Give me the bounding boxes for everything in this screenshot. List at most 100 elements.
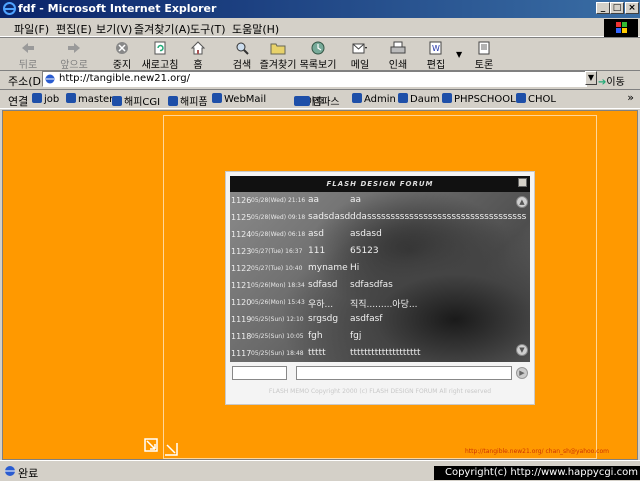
link-page-icon [300, 96, 310, 106]
history-button[interactable]: 목록보기 [298, 40, 338, 71]
link-page-icon [32, 93, 42, 103]
link-item[interactable]: WebMail [212, 93, 266, 105]
memo-date: 05/26(Mon) 15:43 [251, 299, 305, 306]
memo-date: 05/27(Tue) 10:40 [251, 265, 303, 272]
menu-view[interactable]: 보기(V) [96, 21, 132, 37]
memo-date: 05/28(Wed) 09:18 [251, 214, 306, 221]
windows-logo-icon [604, 19, 638, 37]
mail-icon [352, 43, 367, 54]
links-more-chevron-icon[interactable]: » [627, 91, 634, 104]
edit-button[interactable]: W 편집 [416, 40, 456, 71]
favorites-button[interactable]: 즐겨찾기 [258, 40, 298, 71]
stop-button[interactable]: 중지 [102, 40, 142, 71]
memo-date: 05/25(Sun) 18:48 [251, 350, 304, 357]
memo-name: srgsdg [308, 314, 339, 324]
link-page-icon [442, 93, 452, 103]
back-button[interactable]: 뒤로 [8, 40, 48, 71]
memo-date: 05/27(Tue) 16:37 [251, 248, 303, 255]
scroll-down-button[interactable]: ▼ [516, 344, 528, 356]
history-label: 목록보기 [299, 60, 337, 71]
memo-number: 1118 [231, 332, 252, 341]
link-item[interactable]: Daum [398, 93, 440, 105]
link-item[interactable]: job [32, 93, 59, 105]
link-page-icon [212, 93, 222, 103]
memo-name: fgh [308, 331, 323, 341]
forward-arrow-icon [68, 43, 80, 53]
memo-date: 05/28(Wed) 21:16 [251, 197, 306, 204]
memo-row: 1117 05/25(Sun) 18:48 ttttt tttttttttttt… [230, 345, 530, 362]
memo-row: 1120 05/26(Mon) 15:43 우하... 직직.........아… [230, 294, 530, 311]
memo-number: 1117 [231, 349, 252, 358]
link-item[interactable]: 엠파스 [300, 93, 340, 108]
flash-memo-panel: FLASH DESIGN FORUM 1126 05/28(Wed) 21:16… [225, 171, 535, 405]
maximize-button[interactable]: □ [610, 2, 624, 14]
menu-favorites[interactable]: 즐겨찾기(A) [134, 21, 191, 37]
message-input[interactable] [296, 366, 512, 380]
menu-file[interactable]: 파일(F) [14, 21, 49, 37]
edit-label: 편집 [426, 60, 446, 71]
refresh-button[interactable]: 새로고침 [140, 40, 180, 71]
memo-name: sdfasd [308, 280, 338, 290]
memo-message: aa [350, 195, 362, 205]
memo-row: 1118 05/25(Sun) 10:05 fgh fgj [230, 328, 530, 345]
address-input[interactable]: http://tangible.new21.org/ [42, 71, 587, 87]
link-item[interactable]: PHPSCHOOL [442, 93, 516, 105]
memo-row: 1126 05/28(Wed) 21:16 aa aa [230, 192, 530, 209]
memo-number: 1125 [231, 213, 252, 222]
forum-close-button[interactable] [518, 178, 527, 187]
menu-tools[interactable]: 도구(T) [190, 21, 226, 37]
address-dropdown-icon[interactable]: ▼ [585, 71, 597, 85]
refresh-icon [154, 41, 166, 55]
link-page-icon [66, 93, 76, 103]
name-input[interactable] [232, 366, 287, 380]
memo-row: 1121 05/26(Mon) 18:34 sdfasd sdfasdfas [230, 277, 530, 294]
copyright-overlay: Copyright(c) http://www.happycgi.com [434, 466, 640, 480]
print-label: 인쇄 [388, 60, 408, 71]
forward-button[interactable]: 앞으로 [54, 40, 94, 71]
home-button[interactable]: 홈 [178, 40, 218, 71]
memo-name: sadsdasd [308, 212, 351, 222]
page-icon [45, 74, 55, 84]
memo-message: fgj [350, 331, 362, 341]
memo-name: 111 [308, 246, 326, 256]
menu-bar: 파일(F) 편집(E) 보기(V) 즐겨찾기(A) 도구(T) 도움말(H) [0, 18, 640, 37]
print-button[interactable]: 인쇄 [378, 40, 418, 71]
scroll-up-button[interactable]: ▲ [516, 196, 528, 208]
memo-number: 1121 [231, 281, 252, 290]
home-label: 홈 [193, 60, 203, 71]
search-button[interactable]: 검색 [222, 40, 262, 71]
close-button[interactable]: × [625, 2, 639, 14]
link-page-icon [112, 96, 122, 106]
memo-number: 1122 [231, 264, 252, 273]
mail-button[interactable]: 메일 [340, 40, 380, 71]
go-button[interactable]: ➔이동 [598, 73, 625, 88]
link-item[interactable]: Admin [352, 93, 396, 105]
memo-name: 우하... [308, 300, 334, 310]
memo-date: 05/25(Sun) 12:10 [251, 316, 304, 323]
discuss-button[interactable]: 토론 [464, 40, 504, 71]
memo-message: ddassssssssssssssssssssssssssssssssss [350, 212, 527, 222]
link-item[interactable]: 해피CGI [112, 93, 160, 108]
corner-logo-icon [144, 438, 178, 456]
link-item[interactable]: 해피폼 [168, 93, 208, 108]
memo-row: 1124 05/28(Wed) 06:18 asd asdasd [230, 226, 530, 243]
link-page-icon [398, 93, 408, 103]
corner-url[interactable]: http://tangible.new21.org/ chan_sh@yahoo… [465, 448, 609, 455]
minimize-button[interactable]: _ [596, 2, 610, 14]
memo-name: myname [308, 263, 348, 273]
link-page-icon [352, 93, 362, 103]
link-item[interactable]: CHOL [516, 93, 556, 105]
word-edit-icon: W [429, 41, 442, 55]
link-page-icon [168, 96, 178, 106]
submit-button[interactable]: ▶ [516, 367, 528, 379]
go-label: 이동 [606, 77, 625, 88]
menu-help[interactable]: 도움말(H) [232, 21, 279, 37]
memo-date: 05/25(Sun) 10:05 [251, 333, 304, 340]
favorites-label: 즐겨찾기 [259, 60, 297, 71]
address-url: http://tangible.new21.org/ [59, 73, 190, 84]
edit-dropdown-icon[interactable]: ▼ [456, 50, 462, 59]
link-item[interactable]: master [66, 93, 113, 105]
menu-edit[interactable]: 편집(E) [56, 21, 92, 37]
page-content: FLASH DESIGN FORUM 1126 05/28(Wed) 21:16… [2, 110, 638, 460]
memo-date: 05/26(Mon) 18:34 [251, 282, 305, 289]
